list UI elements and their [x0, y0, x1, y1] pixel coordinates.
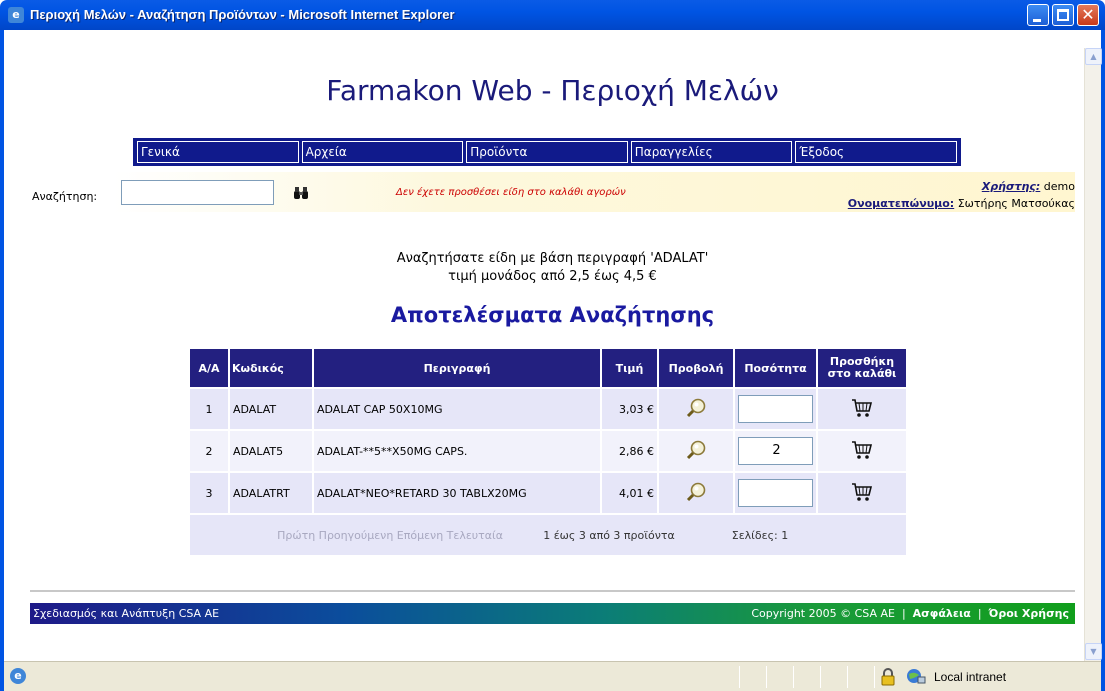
col-header-price: Τιμή [602, 349, 657, 387]
search-input[interactable] [121, 180, 274, 205]
view-cell [659, 473, 733, 513]
window-titlebar: e Περιοχή Μελών - Αναζήτηση Προϊόντων - … [0, 0, 1105, 30]
magnifier-view-icon[interactable] [685, 439, 707, 461]
col-header-quantity: Ποσότητα [735, 349, 816, 387]
cell-price: 4,01 € [602, 473, 657, 513]
menu-item-logout[interactable]: Έξοδος [795, 141, 957, 163]
cell-aa: 1 [190, 389, 228, 429]
lock-icon [881, 668, 895, 686]
cell-price: 2,86 € [602, 431, 657, 471]
scroll-up-button[interactable]: ▲ [1085, 48, 1102, 65]
user-label: Χρήστης: [981, 180, 1041, 193]
fullname-value: Σωτήρης Ματσούκας [957, 197, 1075, 210]
close-icon: ✕ [1081, 5, 1095, 24]
zone-label: Local intranet [934, 670, 1007, 684]
add-to-cart-icon[interactable] [851, 482, 873, 502]
quantity-input[interactable] [738, 479, 813, 507]
cart-cell [818, 389, 906, 429]
footer: Σχεδιασμός και Ανάπτυξη CSA AE Copyright… [30, 603, 1075, 624]
fullname-label: Ονοματεπώνυμο: [847, 197, 955, 210]
status-separator [820, 666, 821, 688]
page-status-icon: e [10, 668, 26, 684]
footer-credits: Σχεδιασμός και Ανάπτυξη CSA AE [33, 607, 220, 620]
menu-item-general[interactable]: Γενικά [137, 141, 299, 163]
pager-cell: Πρώτη Προηγούμενη Επόμενη Τελευταία 1 έω… [190, 515, 906, 555]
table-row: 1 ADALAT ADALAT CAP 50X10MG 3,03 € [190, 389, 906, 429]
cell-code: ADALATRT [230, 473, 312, 513]
cell-aa: 2 [190, 431, 228, 471]
footer-security-link[interactable]: Ασφάλεια [913, 607, 971, 620]
menu-item-orders[interactable]: Παραγγελίες [630, 141, 793, 163]
minimize-button[interactable] [1027, 4, 1049, 26]
cart-cell [818, 473, 906, 513]
add-to-cart-icon[interactable] [851, 440, 873, 460]
user-value: demo [1043, 180, 1075, 193]
pager-range: 1 έως 3 από 3 προϊόντα [543, 528, 675, 542]
menu-item-products[interactable]: Προϊόντα [466, 141, 628, 163]
search-summary-line1: Αναζητήσατε είδη με βάση περιγραφή 'ADAL… [396, 251, 709, 266]
search-bar: Αναζήτηση: Δεν έχετε προσθέσει είδη στο … [30, 172, 1075, 212]
magnifier-view-icon[interactable] [685, 397, 707, 419]
ie-icon: e [8, 7, 24, 23]
search-label: Αναζήτηση: [32, 190, 98, 203]
search-summary-line2: τιμή μονάδος από 2,5 έως 4,5 € [448, 269, 657, 284]
scroll-down-button[interactable]: ▼ [1085, 643, 1102, 660]
magnifier-view-icon[interactable] [685, 481, 707, 503]
user-info: Χρήστης: demo Ονοματεπώνυμο: Σωτήρης Ματ… [848, 178, 1075, 212]
quantity-cell [735, 389, 816, 429]
cart-cell [818, 431, 906, 471]
footer-right: Copyright 2005 © CSA AE | Ασφάλεια | Όρο… [751, 607, 1069, 620]
col-header-add-to-cart: Προσθήκη στο καλάθι [818, 349, 906, 387]
quantity-input[interactable]: 2 [738, 437, 813, 465]
col-header-aa: Α/Α [190, 349, 228, 387]
status-bar: e Local intranet [4, 661, 1101, 691]
window-title: Περιοχή Μελών - Αναζήτηση Προϊόντων - Mi… [30, 7, 455, 22]
intranet-zone-icon [907, 669, 926, 684]
cell-code: ADALAT [230, 389, 312, 429]
add-to-cart-icon[interactable] [851, 398, 873, 418]
close-button[interactable]: ✕ [1077, 4, 1099, 26]
pager-links[interactable]: Πρώτη Προηγούμενη Επόμενη Τελευταία [193, 529, 503, 542]
quantity-cell: 2 [735, 431, 816, 471]
col-header-code: Κωδικός [230, 349, 312, 387]
status-separator [793, 666, 794, 688]
pager-pages: Σελίδες: 1 [731, 528, 789, 542]
table-row: 3 ADALATRT ADALAT*NEO*RETARD 30 TABLX20M… [190, 473, 906, 513]
status-separator [739, 666, 740, 688]
vertical-scrollbar[interactable]: ▲ ▼ [1084, 48, 1102, 661]
quantity-input[interactable] [738, 395, 813, 423]
main-menu: Γενικά Αρχεία Προϊόντα Παραγγελίες Έξοδο… [133, 138, 961, 166]
cell-code: ADALAT5 [230, 431, 312, 471]
window-frame-right [1101, 30, 1105, 691]
menu-item-files[interactable]: Αρχεία [301, 141, 464, 163]
status-separator [766, 666, 767, 688]
empty-cart-message: Δεν έχετε προσθέσει είδη στο καλάθι αγορ… [396, 187, 626, 198]
col-header-description: Περιγραφή [314, 349, 600, 387]
col-header-view: Προβολή [659, 349, 733, 387]
status-separator [874, 666, 875, 688]
cell-description: ADALAT*NEO*RETARD 30 TABLX20MG [314, 473, 600, 513]
cell-price: 3,03 € [602, 389, 657, 429]
divider [30, 590, 1075, 592]
status-separator [847, 666, 848, 688]
page-title: Farmakon Web - Περιοχή Μελών [326, 74, 779, 107]
table-row: 2 ADALAT5 ADALAT-**5**X50MG CAPS. 2,86 €… [190, 431, 906, 471]
quantity-cell [735, 473, 816, 513]
results-title: Αποτελέσματα Αναζήτησης [390, 303, 715, 327]
cell-description: ADALAT-**5**X50MG CAPS. [314, 431, 600, 471]
binoculars-search-icon[interactable] [294, 187, 308, 199]
maximize-button[interactable] [1052, 4, 1074, 26]
cell-aa: 3 [190, 473, 228, 513]
search-summary: Αναζητήσατε είδη με βάση περιγραφή 'ADAL… [0, 250, 1105, 286]
pager-row: Πρώτη Προηγούμενη Επόμενη Τελευταία 1 έω… [190, 515, 906, 555]
window-frame-left [0, 30, 4, 691]
view-cell [659, 389, 733, 429]
results-table: Α/Α Κωδικός Περιγραφή Τιμή Προβολή Ποσότ… [188, 347, 908, 557]
cell-description: ADALAT CAP 50X10MG [314, 389, 600, 429]
view-cell [659, 431, 733, 471]
footer-terms-link[interactable]: Όροι Χρήσης [989, 607, 1069, 620]
footer-copyright: Copyright 2005 © CSA AE [751, 607, 895, 620]
